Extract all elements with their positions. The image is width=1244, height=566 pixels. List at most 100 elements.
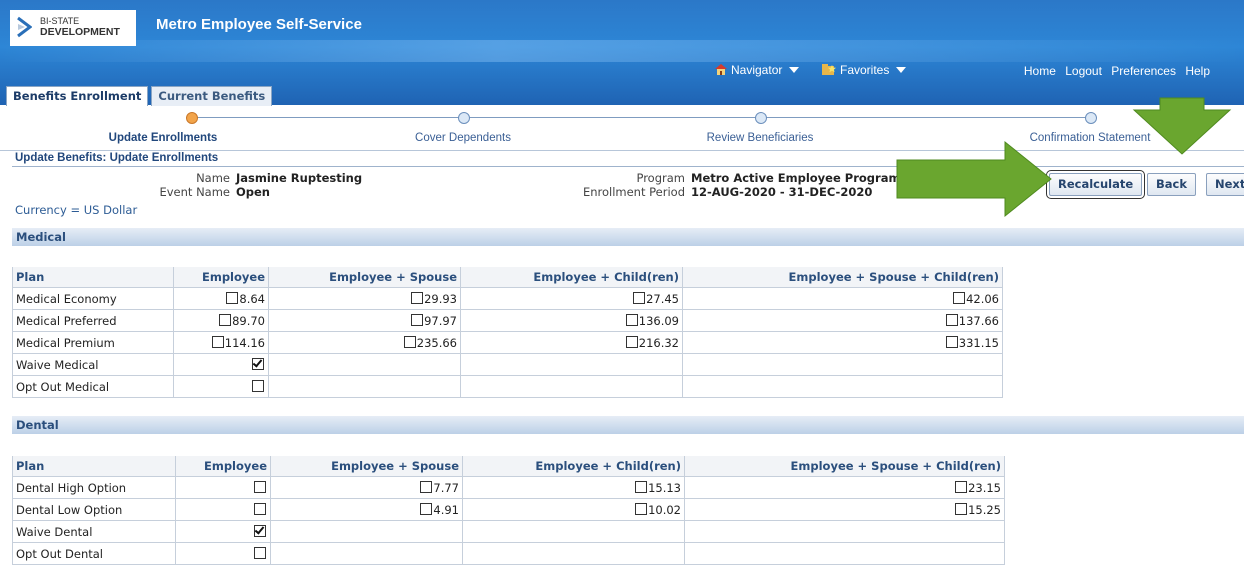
checkbox[interactable]: [945, 335, 958, 348]
table-row: Opt Out Medical: [12, 375, 1003, 398]
col-employee-spouse: Employee + Spouse: [268, 267, 461, 288]
tab-current-benefits[interactable]: Current Benefits: [151, 86, 273, 106]
checkbox[interactable]: [226, 291, 239, 304]
table-header-row: Plan Employee Employee + Spouse Employee…: [12, 456, 1005, 477]
rate-cell: 42.06: [682, 287, 1003, 310]
plan-name: Opt Out Medical: [12, 375, 174, 398]
rate-cell: 4.91: [270, 498, 463, 521]
tab-benefits-enrollment[interactable]: Benefits Enrollment: [6, 86, 149, 106]
checkbox[interactable]: [953, 291, 966, 304]
rate-cell: [173, 353, 269, 376]
title-divider: [12, 166, 1244, 167]
rate-cell: 10.02: [462, 498, 685, 521]
plan-name: Medical Economy: [12, 287, 174, 310]
home-link[interactable]: Home: [1024, 64, 1056, 78]
checkbox[interactable]: [254, 502, 266, 515]
rate-cell: 331.15: [682, 331, 1003, 354]
checkbox[interactable]: [625, 335, 638, 348]
name-value: Jasmine Ruptesting: [236, 171, 363, 185]
rate-cell: 235.66: [268, 331, 461, 354]
checkbox[interactable]: [945, 313, 958, 326]
col-plan: Plan: [12, 267, 174, 288]
down-arrow-annotation-icon: [1132, 97, 1232, 155]
rate-value: 42.06: [966, 291, 999, 306]
medical-table: Plan Employee Employee + Spouse Employee…: [12, 267, 1003, 398]
col-employee: Employee: [173, 267, 269, 288]
rate-value: 89.70: [232, 313, 265, 328]
checkbox[interactable]: [411, 313, 424, 326]
rate-cell: 23.15: [684, 476, 1005, 499]
rate-value: 114.16: [224, 335, 265, 350]
checkbox[interactable]: [625, 313, 638, 326]
rate-cell: 97.97: [268, 309, 461, 332]
logo-mark-icon: [17, 16, 32, 38]
rate-value: 27.45: [646, 291, 679, 306]
rate-cell: [270, 542, 463, 565]
favorites-menu[interactable]: Favorites: [822, 63, 907, 77]
checkbox[interactable]: [420, 502, 433, 515]
checkbox[interactable]: [420, 480, 433, 493]
checkbox-checked[interactable]: [252, 357, 264, 370]
checkbox[interactable]: [633, 291, 646, 304]
col-plan: Plan: [12, 456, 176, 477]
program-value: Metro Active Employee Program: [691, 171, 901, 185]
medical-section-header: Medical: [12, 228, 1244, 246]
train-step-dot[interactable]: [458, 112, 470, 124]
train-step-cover-dependents[interactable]: Cover Dependents: [415, 132, 511, 144]
rate-cell: [684, 520, 1005, 543]
rate-value: 137.66: [958, 313, 999, 328]
recalculate-button[interactable]: Recalculate: [1045, 170, 1146, 199]
logo-line2: DEVELOPMENT: [40, 26, 120, 38]
checkbox[interactable]: [635, 502, 648, 515]
checkbox-checked[interactable]: [254, 524, 266, 537]
checkbox[interactable]: [252, 379, 264, 392]
table-row: Medical Premium 114.16 235.66 216.32 331.15: [12, 331, 1003, 354]
navigator-label: Navigator: [731, 63, 783, 77]
chevron-down-icon: [789, 67, 800, 73]
checkbox[interactable]: [254, 546, 266, 559]
checkbox[interactable]: [403, 335, 416, 348]
back-button[interactable]: Back: [1147, 173, 1196, 196]
rate-value: 8.64: [239, 291, 265, 306]
train-step-dot[interactable]: [755, 112, 767, 124]
rate-cell: 114.16: [173, 331, 269, 354]
logout-link[interactable]: Logout: [1065, 64, 1102, 78]
rate-value: 15.25: [968, 502, 1001, 517]
table-row: Medical Economy 8.64 29.93 27.45 42.06: [12, 287, 1003, 310]
table-row: Dental Low Option 4.91 10.02 15.25: [12, 498, 1005, 521]
plan-name: Medical Preferred: [12, 309, 174, 332]
checkbox[interactable]: [635, 480, 648, 493]
train-step-dot: [186, 112, 198, 124]
period-label: Enrollment Period: [582, 185, 685, 199]
train-step-dot[interactable]: [1085, 112, 1097, 124]
checkbox[interactable]: [211, 335, 224, 348]
period-value: 12-AUG-2020 - 31-DEC-2020: [691, 185, 873, 199]
help-link[interactable]: Help: [1185, 64, 1210, 78]
navigator-menu[interactable]: Navigator: [715, 63, 800, 77]
rate-cell: [175, 476, 271, 499]
company-logo[interactable]: BI-STATE DEVELOPMENT: [10, 10, 136, 46]
rate-value: 216.32: [638, 335, 679, 350]
checkbox[interactable]: [254, 480, 266, 493]
rate-cell: 136.09: [460, 309, 683, 332]
checkbox[interactable]: [955, 480, 968, 493]
train-step-review-beneficiaries[interactable]: Review Beneficiaries: [707, 132, 814, 144]
col-employee-children: Employee + Child(ren): [460, 267, 683, 288]
train-line: [190, 117, 1095, 118]
plan-name: Waive Medical: [12, 353, 174, 376]
rate-value: 4.91: [433, 502, 459, 517]
logo-line1: BI-STATE: [40, 16, 80, 26]
rate-value: 29.93: [424, 291, 457, 306]
favorites-icon: [822, 64, 836, 75]
rate-value: 136.09: [638, 313, 679, 328]
checkbox[interactable]: [411, 291, 424, 304]
preferences-link[interactable]: Preferences: [1111, 64, 1176, 78]
plan-name: Medical Premium: [12, 331, 174, 354]
checkbox[interactable]: [955, 502, 968, 515]
global-links: Home Logout Preferences Help: [1018, 64, 1210, 78]
rate-cell: [268, 353, 461, 376]
next-button[interactable]: Next: [1206, 173, 1244, 196]
checkbox[interactable]: [219, 313, 232, 326]
tab-bar: Benefits Enrollment Current Benefits: [6, 86, 273, 106]
medical-rows: Medical Economy 8.64 29.93 27.45 42.06 Medica…: [12, 287, 1003, 398]
